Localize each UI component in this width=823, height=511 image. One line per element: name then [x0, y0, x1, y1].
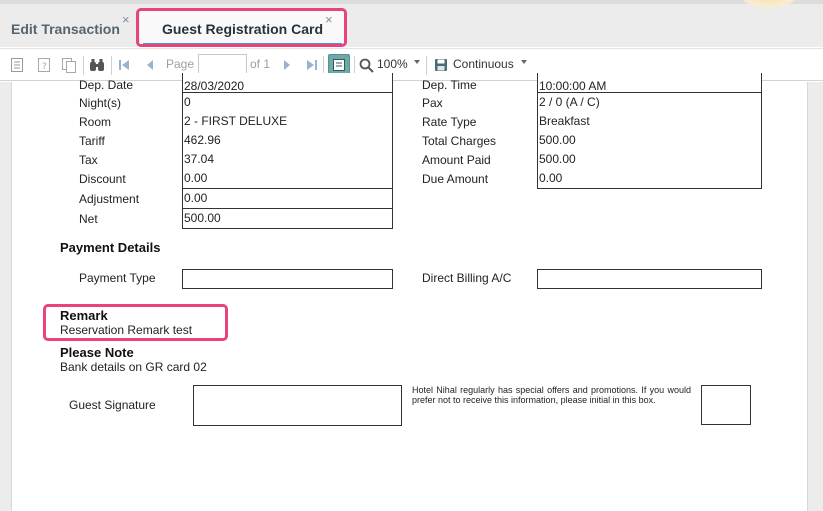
previous-page-icon — [147, 60, 153, 70]
discount-value: 0.00 — [182, 169, 393, 189]
total-charges-value: 500.00 — [537, 131, 762, 151]
svg-text:?: ? — [42, 62, 47, 72]
tab-highlight-annotation — [136, 8, 347, 47]
net-label: Net — [79, 212, 98, 226]
zoom-level-select[interactable]: 100% — [377, 57, 408, 71]
direct-billing-label: Direct Billing A/C — [422, 271, 512, 285]
copy-icon — [62, 58, 76, 73]
total-charges-label: Total Charges — [422, 134, 497, 148]
payment-type-label: Payment Type — [79, 271, 156, 285]
last-page-button[interactable] — [304, 55, 320, 75]
dep-time-value: 10:00:00 AM — [537, 73, 762, 93]
toolbar-separator — [111, 56, 112, 75]
tariff-value: 462.96 — [182, 131, 393, 151]
toolbar-separator — [426, 56, 427, 75]
pax-value: 2 / 0 (A / C) — [537, 93, 762, 113]
amount-paid-label: Amount Paid — [422, 153, 491, 167]
document-map-icon — [11, 58, 23, 72]
page-number-input[interactable] — [198, 54, 247, 75]
tax-label: Tax — [79, 153, 98, 167]
floppy-disk-icon — [435, 59, 447, 71]
tab-edit-transaction-label: Edit Transaction — [11, 20, 120, 37]
corner-glow-decoration — [742, 0, 796, 8]
next-page-icon — [284, 60, 290, 70]
copy-button[interactable] — [60, 55, 78, 75]
guest-signature-label: Guest Signature — [69, 398, 156, 412]
room-label: Room — [79, 115, 112, 129]
save-export-button[interactable] — [433, 55, 449, 75]
report-page: Dep. Date 28/03/2020 Dep. Time 10:00:00 … — [11, 73, 808, 511]
zoom-button[interactable] — [358, 55, 374, 75]
pax-label: Pax — [422, 96, 443, 110]
tab-edit-transaction-close-icon[interactable]: × — [122, 12, 130, 27]
room-value: 2 - FIRST DELUXE — [182, 112, 393, 132]
tariff-label: Tariff — [79, 134, 105, 148]
view-mode-chevron-down-icon[interactable] — [521, 60, 527, 64]
net-value: 500.00 — [182, 209, 393, 229]
page-label: Page — [166, 57, 195, 71]
nights-value: 0 — [182, 93, 393, 113]
dep-time-text: 10:00:00 AM — [539, 79, 607, 93]
print-layout-icon — [333, 59, 345, 71]
last-page-icon — [307, 60, 317, 70]
parameters-button[interactable]: ? — [35, 55, 53, 75]
offers-opt-out-text: Hotel Nihal regularly has special offers… — [412, 385, 691, 405]
adjustment-value: 0.00 — [182, 189, 393, 209]
first-page-button[interactable] — [116, 55, 132, 75]
discount-label: Discount — [79, 172, 126, 186]
tax-value: 37.04 — [182, 150, 393, 170]
report-viewer-area[interactable]: Dep. Date 28/03/2020 Dep. Time 10:00:00 … — [0, 73, 823, 511]
toolbar-separator — [83, 56, 84, 75]
adjustment-label: Adjustment — [79, 192, 140, 206]
amount-paid-value: 500.00 — [537, 150, 762, 170]
search-button[interactable] — [87, 55, 107, 75]
tab-edit-transaction[interactable]: Edit Transaction — [0, 10, 135, 47]
page-count-label: of 1 — [250, 57, 271, 71]
payment-details-heading: Payment Details — [60, 240, 161, 255]
document-map-button[interactable] — [8, 55, 26, 75]
next-page-button[interactable] — [280, 55, 294, 75]
view-mode-select[interactable]: Continuous — [453, 57, 514, 71]
zoom-chevron-down-icon[interactable] — [414, 60, 420, 64]
tab-bar: Edit Transaction × Guest Registration Ca… — [0, 0, 823, 47]
binoculars-icon — [90, 59, 104, 71]
previous-page-button[interactable] — [143, 55, 157, 75]
due-amount-label: Due Amount — [422, 172, 489, 186]
dep-date-value: 28/03/2020 — [182, 73, 393, 93]
rate-type-value: Breakfast — [537, 112, 762, 132]
guest-signature-box — [193, 385, 402, 426]
please-note-heading: Please Note — [60, 345, 134, 360]
parameters-icon: ? — [38, 58, 50, 72]
opt-out-initial-box — [701, 385, 751, 425]
dep-date-label: Dep. Date — [79, 78, 134, 92]
first-page-icon — [119, 60, 129, 70]
due-amount-value: 0.00 — [537, 169, 762, 189]
dep-time-label: Dep. Time — [422, 78, 477, 92]
nights-label: Night(s) — [79, 96, 122, 110]
tab-bar-top-border — [0, 0, 823, 4]
magnifier-icon — [359, 58, 374, 73]
payment-type-value — [182, 269, 393, 289]
please-note-text: Bank details on GR card 02 — [60, 360, 207, 374]
dep-date-text: 28/03/2020 — [184, 79, 245, 93]
rate-type-label: Rate Type — [422, 115, 477, 129]
direct-billing-value — [537, 269, 762, 289]
remark-highlight-annotation — [43, 304, 228, 341]
